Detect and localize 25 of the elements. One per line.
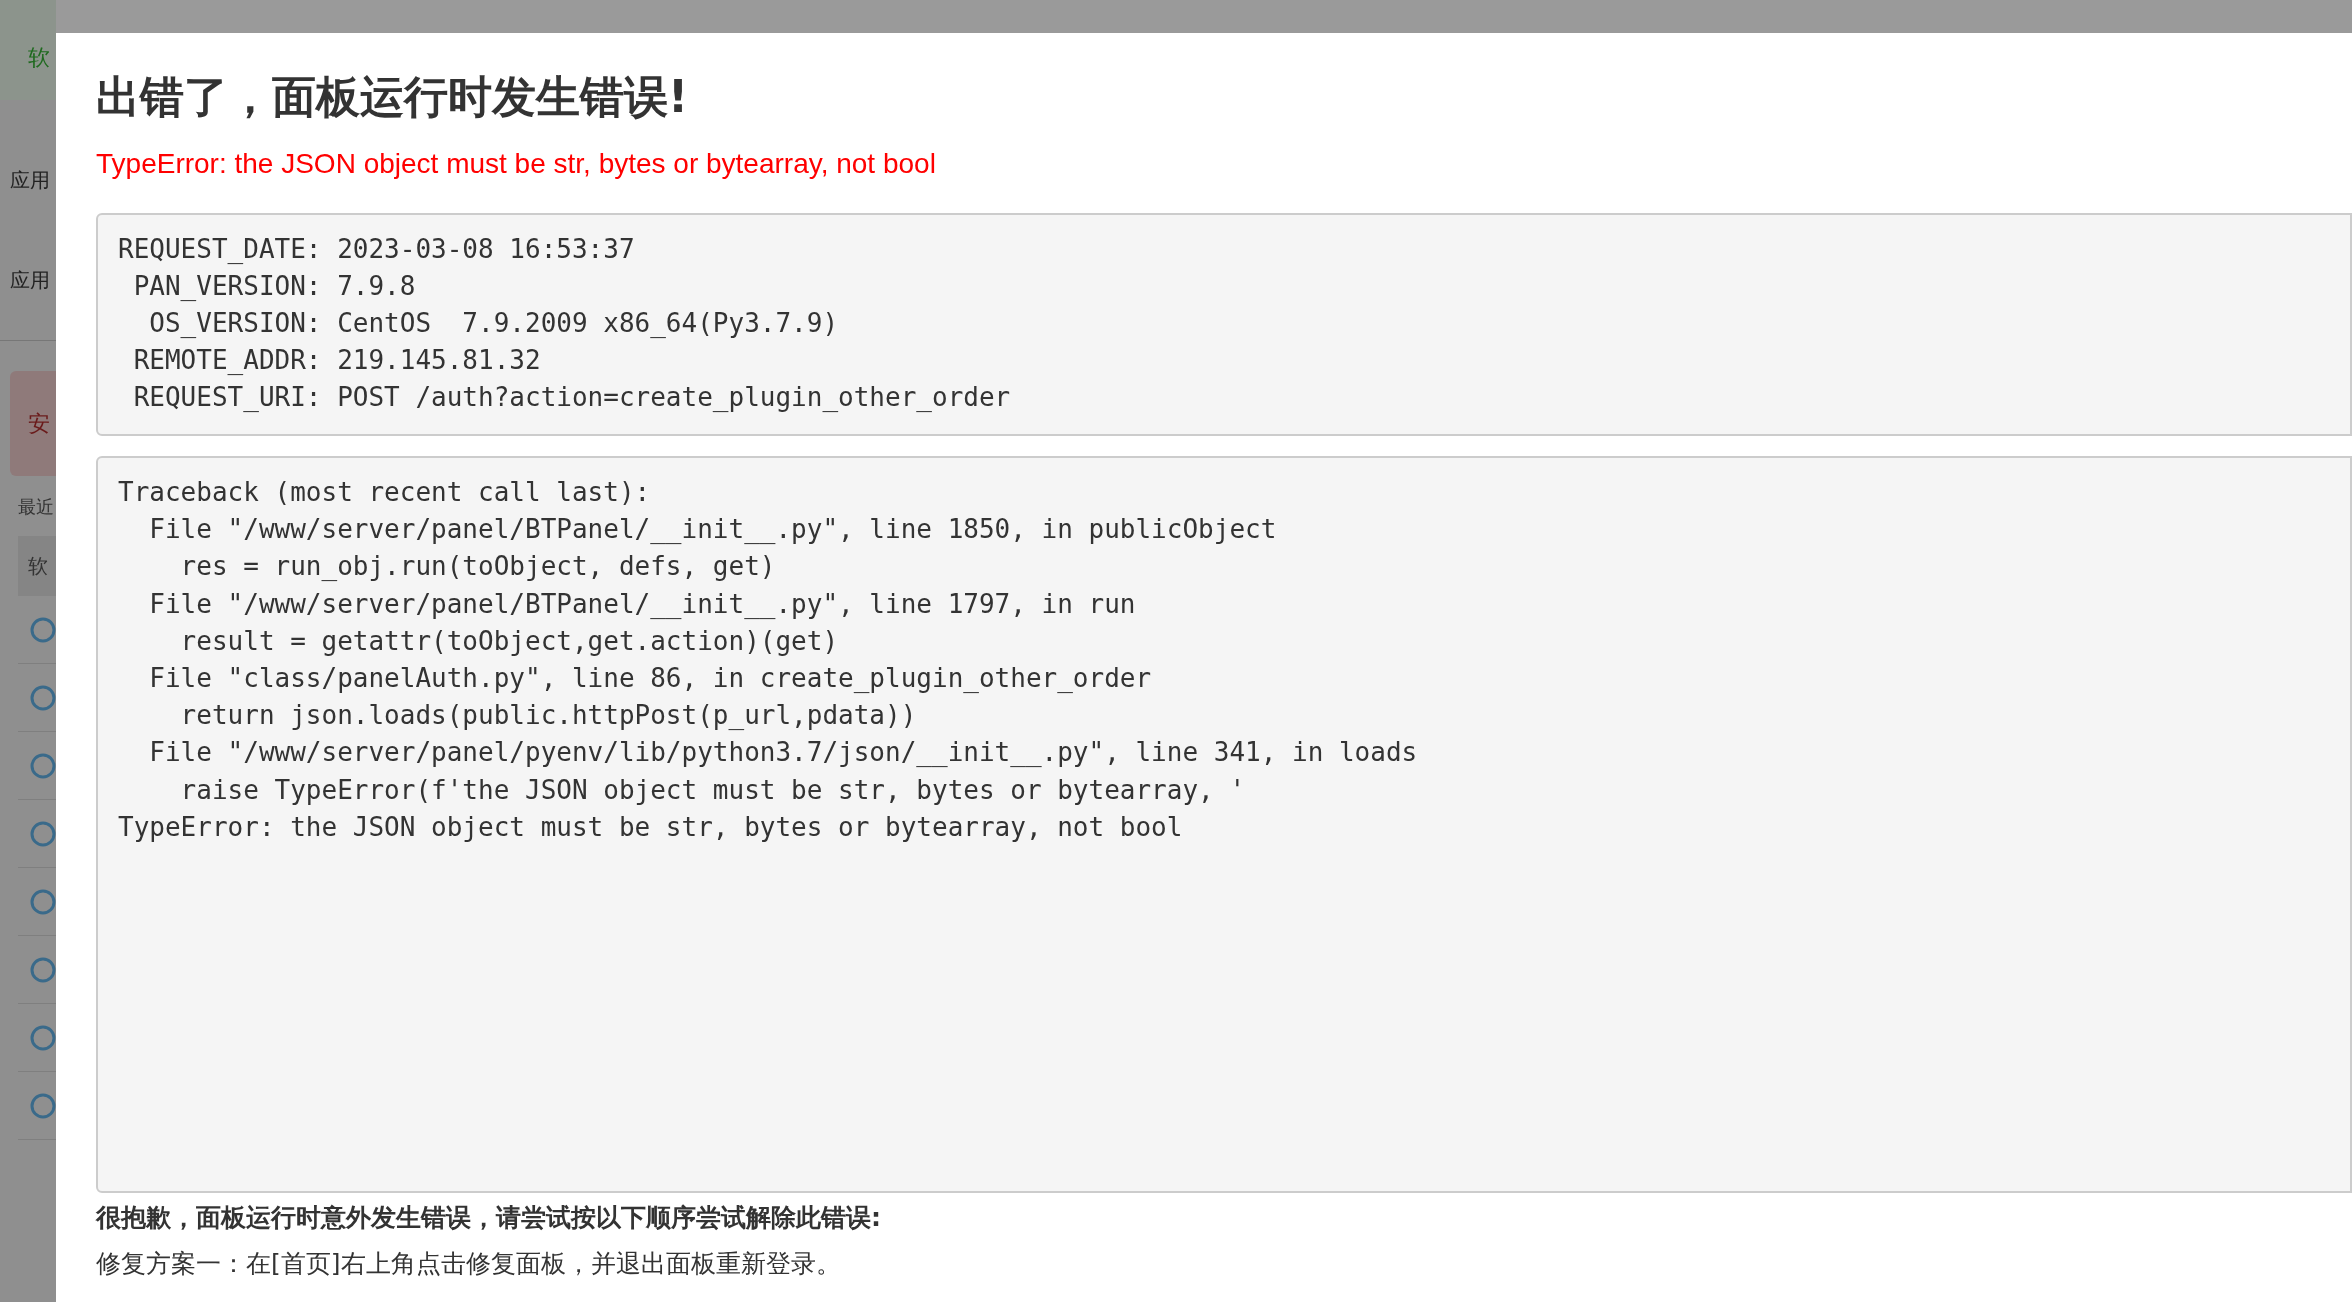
traceback-line: result = getattr(toObject,get.action)(get) — [179, 624, 840, 658]
traceback-line: File "/www/server/panel/BTPanel/__init__.py", line 1797, in run — [148, 587, 1137, 621]
info-line: REMOTE_ADDR: 219.145.81.32 — [132, 344, 542, 377]
traceback-line: Traceback (most recent call last): — [118, 476, 652, 509]
sidebar-button[interactable]: 安 — [10, 371, 56, 476]
traceback-line: res = run_obj.run(toObject, defs, get) — [179, 550, 777, 584]
error-message: TypeError: the JSON object must be str, bytes or bytearray, not bool — [96, 147, 937, 181]
header-text: 软 — [28, 44, 50, 72]
traceback-line: TypeError: the JSON object must be str, bytes or bytearray, not bool — [118, 810, 1184, 844]
traceback-line: File "/www/server/panel/BTPanel/__init__.py", line 1850, in publicObject — [148, 513, 1278, 547]
fix-step: 修复方案一：在[首页]右上角点击修复面板，并退出面板重新登录。 — [96, 1245, 2352, 1283]
traceback-line: File "/www/server/panel/pyenv/lib/python3.7/json/__init__.py", line 341, in loads — [148, 736, 1419, 770]
info-line: OS_VERSION: CentOS 7.9.2009 x86_64(Py3.7.9) — [148, 307, 840, 340]
traceback-line: return json.loads(public.httpPost(p_url,pdata)) — [179, 699, 918, 733]
dialog-title: 出错了，面板运行时发生错误! — [96, 70, 690, 124]
apology-text: 很抱歉，面板运行时意外发生错误，请尝试按以下顺序尝试解除此错误: — [96, 1202, 882, 1234]
traceback-line: File "class/panelAuth.py", line 86, in create_plugin_other_order — [148, 662, 1153, 695]
section-label: 最近 — [18, 495, 54, 519]
table-header: 软 — [28, 554, 48, 579]
menu-item[interactable]: 应用 — [10, 165, 50, 195]
info-line: REQUEST_URI: POST /auth?action=create_plugin_other_order — [132, 381, 1012, 414]
menu-item[interactable]: 应用 — [10, 265, 50, 295]
info-line: REQUEST_DATE: 2023-03-08 16:53:37 — [118, 233, 636, 266]
info-line: PAN_VERSION: 7.9.8 — [132, 270, 417, 303]
traceback-line: raise TypeError(f'the JSON object must be str, bytes or bytearray, ' — [179, 773, 1247, 807]
